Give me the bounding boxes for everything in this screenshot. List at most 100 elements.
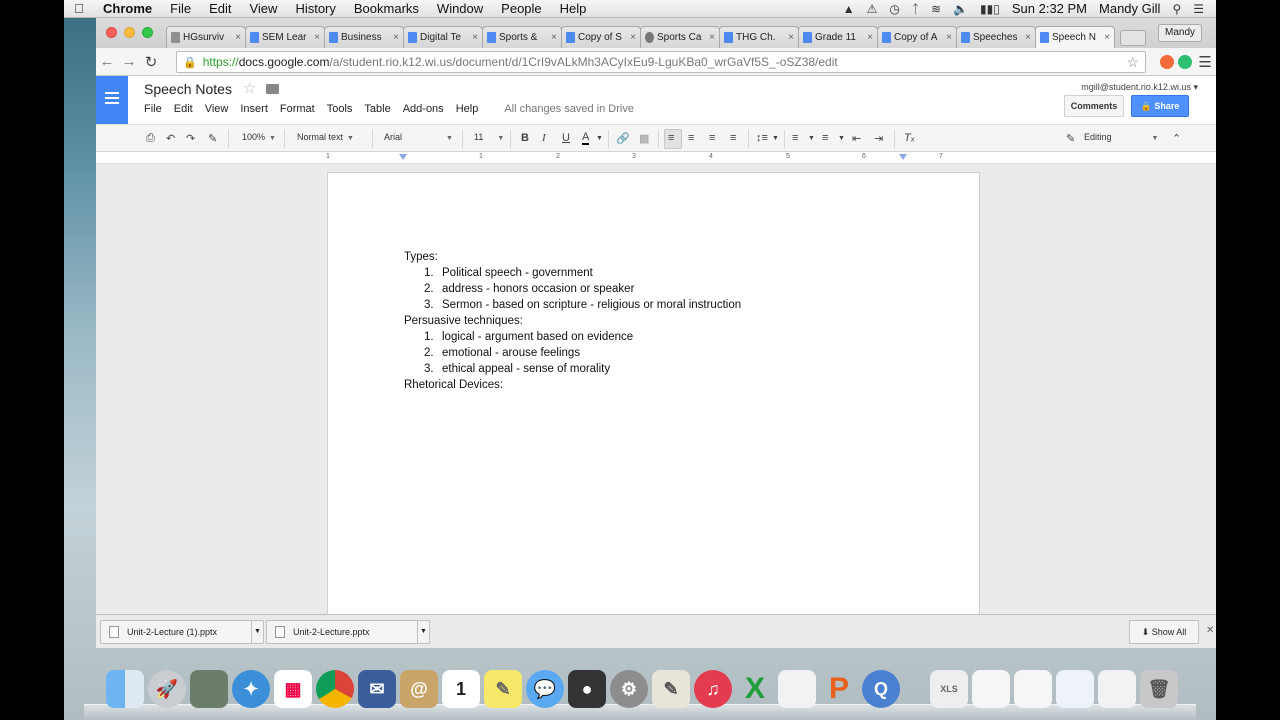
menu-user[interactable]: Mandy Gill — [1099, 1, 1160, 16]
messages-icon[interactable]: 💬 — [526, 670, 564, 708]
close-icon[interactable]: ✕ — [1206, 625, 1214, 636]
share-button[interactable]: 🔒 Share — [1131, 95, 1189, 117]
docs-menu-view[interactable]: View — [205, 103, 229, 115]
menu-file[interactable]: File — [161, 0, 200, 18]
star-icon[interactable]: ☆ — [243, 79, 256, 97]
numbered-list-caret-icon[interactable]: ▼ — [808, 135, 815, 142]
recent-file-thumbnail[interactable] — [1098, 670, 1136, 708]
forward-arrow-icon[interactable]: → — [118, 53, 140, 70]
back-arrow-icon[interactable]: ← — [96, 53, 118, 70]
tab-3[interactable]: Business × — [324, 26, 404, 48]
safari-icon[interactable]: ✦ — [232, 670, 270, 708]
underline-icon[interactable]: U — [562, 132, 570, 144]
tab-close-icon[interactable]: × — [235, 32, 241, 43]
download-item-2[interactable]: Unit-2-Lecture.pptx ▼ — [266, 620, 430, 644]
text-color-icon[interactable]: A — [582, 132, 590, 145]
recent-file-thumbnail[interactable] — [972, 670, 1010, 708]
text-color-caret-icon[interactable]: ▼ — [596, 135, 603, 142]
profile-button[interactable]: Mandy — [1158, 24, 1202, 42]
docs-menu-insert[interactable]: Insert — [240, 103, 268, 115]
redo-icon[interactable]: ↷ — [186, 132, 195, 145]
time-machine-icon[interactable]: ◷ — [889, 2, 899, 16]
line-spacing-caret-icon[interactable]: ▼ — [772, 135, 779, 142]
bulleted-list-icon[interactable]: ≡ — [822, 132, 828, 144]
spotlight-search-icon[interactable]: ⚲ — [1172, 2, 1181, 16]
minimize-window-button[interactable] — [124, 27, 135, 38]
itunes-icon[interactable]: ♫ — [694, 670, 732, 708]
wifi-icon[interactable]: ≋ — [931, 2, 941, 16]
tab-close-icon[interactable]: × — [551, 32, 557, 43]
clear-formatting-icon[interactable]: Tₓ — [904, 132, 915, 144]
extension-icon[interactable] — [1160, 55, 1174, 69]
tab-2[interactable]: SEM Lear × — [245, 26, 325, 48]
docs-menu-tools[interactable]: Tools — [327, 103, 353, 115]
alert-icon[interactable]: ⚠ — [867, 2, 878, 16]
address-bar[interactable]: 🔒 https:// docs.google.com /a/student.ri… — [176, 51, 1146, 73]
docs-menu-help[interactable]: Help — [456, 103, 479, 115]
new-tab-button[interactable] — [1120, 30, 1146, 46]
menu-bookmarks[interactable]: Bookmarks — [345, 0, 428, 18]
preview-icon[interactable]: ✎ — [652, 670, 690, 708]
launchpad-icon[interactable]: 🚀 — [148, 670, 186, 708]
tab-1[interactable]: HGsurviv × — [166, 26, 246, 48]
document-file-icon[interactable] — [778, 670, 816, 708]
bulleted-list-caret-icon[interactable]: ▼ — [838, 135, 845, 142]
menu-history[interactable]: History — [286, 0, 344, 18]
close-window-button[interactable] — [106, 27, 117, 38]
battery-icon[interactable]: ▮▮▯ — [980, 2, 1000, 16]
notification-icon[interactable]: ▲ — [843, 2, 855, 16]
tab-close-icon[interactable]: × — [393, 32, 399, 43]
facetime-icon[interactable]: ● — [568, 670, 606, 708]
align-justify-icon[interactable]: ≡ — [730, 132, 736, 144]
tab-close-icon[interactable]: × — [867, 32, 873, 43]
chevron-down-icon[interactable]: ▼ — [251, 621, 263, 643]
downloads-stack-icon[interactable]: XLS — [930, 670, 968, 708]
document-title[interactable]: Speech Notes — [144, 81, 232, 97]
docs-home-icon[interactable] — [96, 76, 128, 124]
tab-7[interactable]: Sports Ca × — [640, 26, 720, 48]
line-spacing-icon[interactable]: ↕≡ — [756, 132, 768, 144]
tab-close-icon[interactable]: × — [472, 32, 478, 43]
document-page[interactable]: Types: 1. Political speech - government 2.… — [327, 172, 980, 618]
left-indent-marker[interactable] — [399, 154, 407, 160]
tab-10[interactable]: Copy of A × — [877, 26, 957, 48]
comments-button[interactable]: Comments — [1064, 95, 1124, 117]
undo-icon[interactable]: ↶ — [166, 132, 175, 145]
decrease-indent-icon[interactable]: ⇤ — [852, 132, 861, 145]
save-status[interactable]: All changes saved in Drive — [504, 103, 634, 115]
menu-window[interactable]: Window — [428, 0, 492, 18]
tab-close-icon[interactable]: × — [946, 32, 952, 43]
contacts-icon[interactable]: @ — [400, 670, 438, 708]
align-right-icon[interactable]: ≡ — [709, 132, 715, 144]
bold-icon[interactable]: B — [521, 132, 529, 144]
print-icon[interactable]: ⎙ — [146, 132, 155, 145]
docs-menu-format[interactable]: Format — [280, 103, 315, 115]
chrome-menu-icon[interactable]: ☰ — [1194, 53, 1216, 71]
document-body[interactable]: Types: 1. Political speech - government 2.… — [404, 249, 741, 393]
mail-icon[interactable]: ✉ — [358, 670, 396, 708]
recent-file-thumbnail[interactable] — [1056, 670, 1094, 708]
font-size-select[interactable]: 11 ▼ — [474, 132, 504, 142]
powerpoint-icon[interactable]: P — [820, 670, 858, 708]
bluetooth-icon[interactable]: ᛏ — [912, 2, 919, 16]
docs-menu-edit[interactable]: Edit — [174, 103, 193, 115]
tab-close-icon[interactable]: × — [314, 32, 320, 43]
menu-people[interactable]: People — [492, 0, 550, 18]
menu-edit[interactable]: Edit — [200, 0, 240, 18]
style-select[interactable]: Normal text ▼ — [297, 132, 354, 142]
tab-6[interactable]: Copy of S × — [561, 26, 641, 48]
trash-icon[interactable]: 🗑 — [1140, 670, 1178, 708]
italic-icon[interactable]: I — [542, 132, 546, 144]
bookmark-star-icon[interactable]: ☆ — [1126, 54, 1139, 71]
link-icon[interactable]: 🔗 — [616, 132, 630, 145]
zoom-window-button[interactable] — [142, 27, 153, 38]
tab-12[interactable]: Speech N × — [1035, 26, 1115, 48]
menu-app-name[interactable]: Chrome — [94, 0, 161, 18]
show-all-downloads-button[interactable]: ⬇ Show All — [1129, 620, 1199, 644]
tab-8[interactable]: THG Ch. × — [719, 26, 799, 48]
increase-indent-icon[interactable]: ⇥ — [874, 132, 883, 145]
apple-icon[interactable]:  — [64, 1, 94, 16]
numbered-list-icon[interactable]: ≡ — [792, 132, 798, 144]
menu-view[interactable]: View — [240, 0, 286, 18]
mission-control-icon[interactable] — [190, 670, 228, 708]
